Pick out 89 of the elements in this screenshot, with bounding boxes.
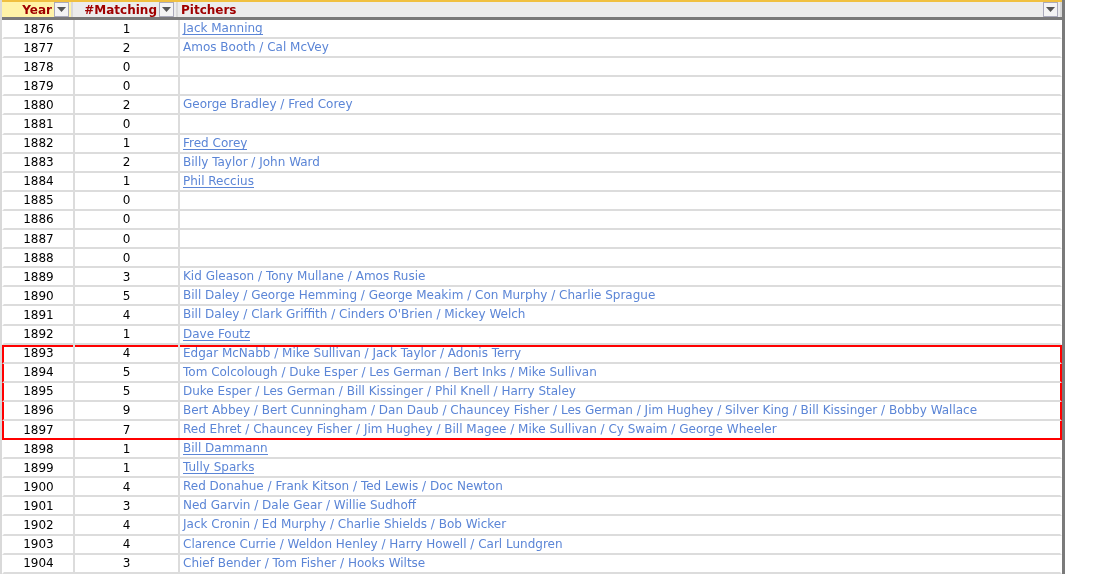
year-cell: 1903 [4, 535, 75, 553]
matching-count-cell: 1 [75, 325, 180, 343]
matching-count-cell: 2 [75, 96, 180, 114]
matching-count-cell: 2 [75, 153, 180, 171]
year-cell: 1904 [4, 554, 75, 572]
year-cell: 1876 [4, 20, 75, 38]
matching-count-cell: 0 [75, 115, 180, 133]
matching-count-cell: 3 [75, 268, 180, 286]
year-cell: 1895 [4, 382, 75, 400]
dropdown-arrow-icon [57, 7, 66, 12]
column-header[interactable]: Year [2, 2, 73, 17]
pitcher-link[interactable]: Phil Reccius [183, 174, 254, 188]
year-cell: 1880 [4, 96, 75, 114]
matching-count-cell: 1 [75, 459, 180, 477]
pitchers-text: Ned Garvin / Dale Gear / Willie Sudhoff [183, 499, 417, 513]
matching-count-cell: 0 [75, 230, 180, 248]
year-cell: 1885 [4, 191, 75, 209]
year-cell: 1878 [4, 58, 75, 76]
matching-count-cell: 4 [75, 478, 180, 496]
matching-count-cell: 0 [75, 77, 180, 95]
pitchers-text: Bill Daley / George Hemming / George Meakim / Con Murphy / Charlie Sprague [183, 289, 656, 303]
year-cell: 1901 [4, 497, 75, 515]
pitchers-text: Bert Abbey / Bert Cunningham / Dan Daub / Chauncey Fisher / Les German / Jim Hughey / Silver King / Bill Kissinger / Bobby Wallace [183, 403, 978, 417]
pitchers-text: Chief Bender / Tom Fisher / Hooks Wiltse [183, 556, 426, 570]
year-cell: 1902 [4, 516, 75, 534]
matching-count-cell: 2 [75, 39, 180, 57]
matching-count-cell: 0 [75, 191, 180, 209]
pitcher-link[interactable]: Fred Corey [183, 136, 248, 150]
filter-button[interactable] [159, 2, 174, 17]
dropdown-arrow-icon [162, 7, 171, 12]
matching-count-cell: 7 [75, 420, 180, 439]
pitcher-link[interactable]: Dave Foutz [183, 327, 251, 341]
year-cell: 1892 [4, 325, 75, 343]
matching-count-cell: 1 [75, 172, 180, 190]
year-cell: 1897 [4, 420, 75, 439]
year-cell: 1898 [4, 440, 75, 458]
year-cell: 1900 [4, 478, 75, 496]
dropdown-arrow-icon [1046, 7, 1055, 12]
pitchers-text: Red Ehret / Chauncey Fisher / Jim Hughey / Bill Magee / Mike Sullivan / Cy Swaim / George Wheeler [183, 423, 777, 436]
pitchers-text: Duke Esper / Les German / Bill Kissinger / Phil Knell / Harry Staley [183, 384, 576, 398]
matching-count-cell: 4 [75, 516, 180, 534]
year-cell: 1896 [4, 401, 75, 419]
year-cell: 1889 [4, 268, 75, 286]
year-cell: 1886 [4, 210, 75, 229]
matching-count-cell: 3 [75, 497, 180, 515]
filter-button[interactable] [1043, 2, 1058, 17]
matching-count-cell: 1 [75, 20, 180, 38]
pitchers-text: Amos Booth / Cal McVey [183, 41, 329, 55]
matching-count-cell: 1 [75, 134, 180, 152]
year-cell: 1877 [4, 39, 75, 57]
pitchers-text: Clarence Currie / Weldon Henley / Harry Howell / Carl Lundgren [183, 537, 563, 551]
year-cell: 1883 [4, 153, 75, 171]
pitcher-link[interactable]: Bill Dammann [183, 442, 268, 456]
year-cell: 1879 [4, 77, 75, 95]
matching-count-cell: 4 [75, 344, 180, 362]
pitchers-text: Tom Colcolough / Duke Esper / Les German / Bert Inks / Mike Sullivan [183, 365, 597, 379]
pitchers-text: Bill Daley / Clark Griffith / Cinders O'Brien / Mickey Welch [183, 308, 526, 322]
year-cell: 1890 [4, 287, 75, 305]
pitchers-text: Billy Taylor / John Ward [183, 155, 320, 169]
year-cell: 1887 [4, 230, 75, 248]
pitchers-text: Red Donahue / Frank Kitson / Ted Lewis / Doc Newton [183, 480, 503, 494]
year-cell: 1899 [4, 459, 75, 477]
matching-count-cell: 0 [75, 249, 180, 267]
year-cell: 1884 [4, 172, 75, 190]
year-cell: 1891 [4, 306, 75, 324]
matching-count-cell: 0 [75, 210, 180, 229]
matching-count-cell: 5 [75, 287, 180, 305]
matching-count-cell: 9 [75, 401, 180, 419]
year-cell: 1893 [4, 344, 75, 362]
pitchers-text: George Bradley / Fred Corey [183, 98, 353, 112]
filter-button[interactable] [54, 2, 69, 17]
pitcher-link[interactable]: Jack Manning [183, 22, 263, 36]
pitchers-text: Edgar McNabb / Mike Sullivan / Jack Taylor / Adonis Terry [183, 346, 522, 360]
matching-count-cell: 5 [75, 382, 180, 400]
matching-count-cell: 5 [75, 363, 180, 381]
matching-count-cell: 3 [75, 554, 180, 572]
column-header[interactable]: #Matching [73, 2, 178, 17]
matching-count-cell: 1 [75, 440, 180, 458]
pitchers-text: Jack Cronin / Ed Murphy / Charlie Shields / Bob Wicker [183, 518, 507, 532]
year-cell: 1881 [4, 115, 75, 133]
pitchers-text: Kid Gleason / Tony Mullane / Amos Rusie [183, 270, 426, 284]
column-header[interactable]: Pitchers [178, 2, 1062, 17]
pitcher-link[interactable]: Tully Sparks [183, 461, 255, 475]
year-cell: 1888 [4, 249, 75, 267]
matching-count-cell: 0 [75, 58, 180, 76]
year-cell: 1882 [4, 134, 75, 152]
matching-count-cell: 4 [75, 306, 180, 324]
year-cell: 1894 [4, 363, 75, 381]
matching-count-cell: 4 [75, 535, 180, 553]
